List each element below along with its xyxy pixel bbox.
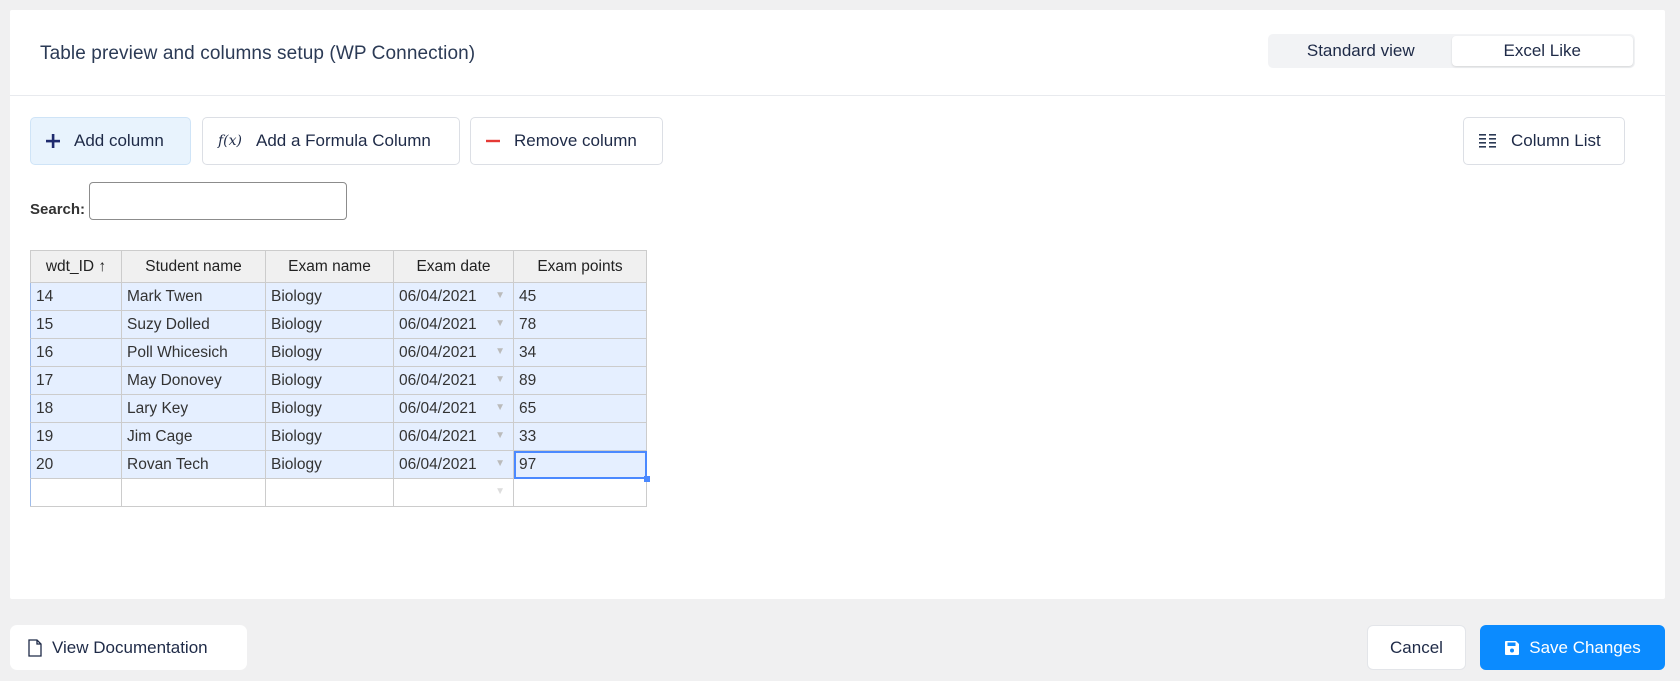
save-changes-button[interactable]: Save Changes (1480, 625, 1665, 670)
minus-icon (486, 134, 500, 148)
column-list-icon (1479, 133, 1497, 149)
card-header: Table preview and columns setup (WP Conn… (10, 10, 1665, 96)
cell-student-name[interactable]: Lary Key (121, 394, 266, 423)
column-list-button[interactable]: Column List (1463, 117, 1625, 165)
cell-exam-name[interactable]: Biology (265, 450, 394, 479)
dropdown-arrow-icon[interactable]: ▼ (495, 486, 505, 497)
dropdown-arrow-icon[interactable]: ▼ (495, 318, 505, 329)
cell-exam-name[interactable]: Biology (265, 394, 394, 423)
cell-exam-date[interactable]: 06/04/2021 ▼ (393, 366, 514, 395)
cell-wdt-id[interactable]: 18 (30, 394, 122, 423)
view-documentation-label: View Documentation (52, 637, 208, 657)
add-column-button[interactable]: Add column (30, 117, 191, 165)
plus-icon (46, 134, 60, 148)
cell-exam-points[interactable] (513, 478, 647, 507)
table-row: 14 Mark Twen Biology 06/04/2021 ▼ 45 (30, 282, 647, 311)
table-row: 15 Suzy Dolled Biology 06/04/2021 ▼ 78 (30, 310, 647, 339)
cell-exam-date[interactable]: 06/04/2021 ▼ (393, 394, 514, 423)
remove-column-button[interactable]: Remove column (470, 117, 663, 165)
table-row: 19 Jim Cage Biology 06/04/2021 ▼ 33 (30, 422, 647, 451)
cell-exam-date[interactable]: 06/04/2021 ▼ (393, 282, 514, 311)
add-formula-column-label: Add a Formula Column (256, 131, 431, 150)
cell-student-name[interactable]: May Donovey (121, 366, 266, 395)
cell-wdt-id[interactable]: 15 (30, 310, 122, 339)
fill-handle[interactable] (644, 476, 650, 482)
cell-exam-name[interactable]: Biology (265, 310, 394, 339)
cell-exam-date[interactable]: 06/04/2021 ▼ (393, 450, 514, 479)
dropdown-arrow-icon[interactable]: ▼ (495, 374, 505, 385)
cell-wdt-id[interactable]: 16 (30, 338, 122, 367)
table-row: 17 May Donovey Biology 06/04/2021 ▼ 89 (30, 366, 647, 395)
dropdown-arrow-icon[interactable]: ▼ (495, 430, 505, 441)
sort-ascending-icon: ↑ (98, 257, 107, 275)
cell-exam-date[interactable]: 06/04/2021 ▼ (393, 422, 514, 451)
page-title: Table preview and columns setup (WP Conn… (40, 43, 476, 64)
remove-column-label: Remove column (514, 131, 637, 150)
save-changes-label: Save Changes (1529, 637, 1641, 657)
cell-student-name[interactable]: Jim Cage (121, 422, 266, 451)
column-list-label: Column List (1511, 131, 1601, 150)
cell-exam-date[interactable]: ▼ (393, 478, 514, 507)
cell-exam-name[interactable]: Biology (265, 366, 394, 395)
cell-exam-points[interactable]: 45 (513, 282, 647, 311)
search-label: Search: (30, 201, 86, 218)
cell-student-name[interactable]: Poll Whicesich (121, 338, 266, 367)
document-icon (28, 638, 42, 657)
table-row: 20 Rovan Tech Biology 06/04/2021 ▼ 97 (30, 450, 650, 482)
cell-exam-points[interactable]: 65 (513, 394, 647, 423)
cell-exam-date[interactable]: 06/04/2021 ▼ (393, 310, 514, 339)
dropdown-arrow-icon[interactable]: ▼ (495, 458, 505, 469)
cell-exam-name[interactable]: Biology (265, 282, 394, 311)
cell-exam-name[interactable] (265, 478, 394, 507)
excel-like-tab[interactable]: Excel Like (1451, 36, 1633, 66)
search-input[interactable] (89, 182, 347, 220)
column-header-exam-points[interactable]: Exam points (513, 250, 647, 283)
cell-student-name[interactable]: Suzy Dolled (121, 310, 266, 339)
formula-icon: f(x) (218, 133, 243, 149)
table-row: 16 Poll Whicesich Biology 06/04/2021 ▼ 34 (30, 338, 647, 367)
cell-wdt-id[interactable]: 19 (30, 422, 122, 451)
view-documentation-button[interactable]: View Documentation (10, 625, 247, 670)
cell-wdt-id[interactable] (30, 478, 122, 507)
cell-exam-points[interactable]: 89 (513, 366, 647, 395)
column-header-exam-date[interactable]: Exam date (393, 250, 514, 283)
column-header-student-name[interactable]: Student name (121, 250, 266, 283)
column-header-wdt-id[interactable]: wdt_ID ↑ (30, 250, 122, 283)
standard-view-tab[interactable]: Standard view (1270, 36, 1452, 66)
header-row: wdt_ID ↑ Student name Exam name Exam dat… (30, 250, 647, 283)
dropdown-arrow-icon[interactable]: ▼ (495, 402, 505, 413)
view-toggle: Standard view Excel Like (1268, 34, 1635, 68)
cell-exam-name[interactable]: Biology (265, 422, 394, 451)
cell-wdt-id[interactable]: 17 (30, 366, 122, 395)
cell-student-name[interactable]: Rovan Tech (121, 450, 266, 479)
add-column-label: Add column (74, 131, 164, 150)
cell-wdt-id[interactable]: 14 (30, 282, 122, 311)
cell-exam-name[interactable]: Biology (265, 338, 394, 367)
cell-exam-date[interactable]: 06/04/2021 ▼ (393, 338, 514, 367)
cell-wdt-id[interactable]: 20 (30, 450, 122, 479)
save-icon (1504, 640, 1520, 656)
cell-exam-points[interactable]: 97 (513, 450, 650, 482)
cell-student-name[interactable] (121, 478, 266, 507)
dropdown-arrow-icon[interactable]: ▼ (495, 346, 505, 357)
dropdown-arrow-icon[interactable]: ▼ (495, 290, 505, 301)
empty-new-row: ▼ (30, 478, 647, 507)
cell-exam-points[interactable]: 34 (513, 338, 647, 367)
add-formula-column-button[interactable]: f(x) Add a Formula Column (202, 117, 460, 165)
cell-exam-points[interactable]: 33 (513, 422, 647, 451)
table-row: 18 Lary Key Biology 06/04/2021 ▼ 65 (30, 394, 647, 423)
cancel-button[interactable]: Cancel (1367, 625, 1466, 670)
data-grid: wdt_ID ↑ Student name Exam name Exam dat… (30, 250, 650, 507)
cell-student-name[interactable]: Mark Twen (121, 282, 266, 311)
column-header-exam-name[interactable]: Exam name (265, 250, 394, 283)
cell-exam-points[interactable]: 78 (513, 310, 647, 339)
